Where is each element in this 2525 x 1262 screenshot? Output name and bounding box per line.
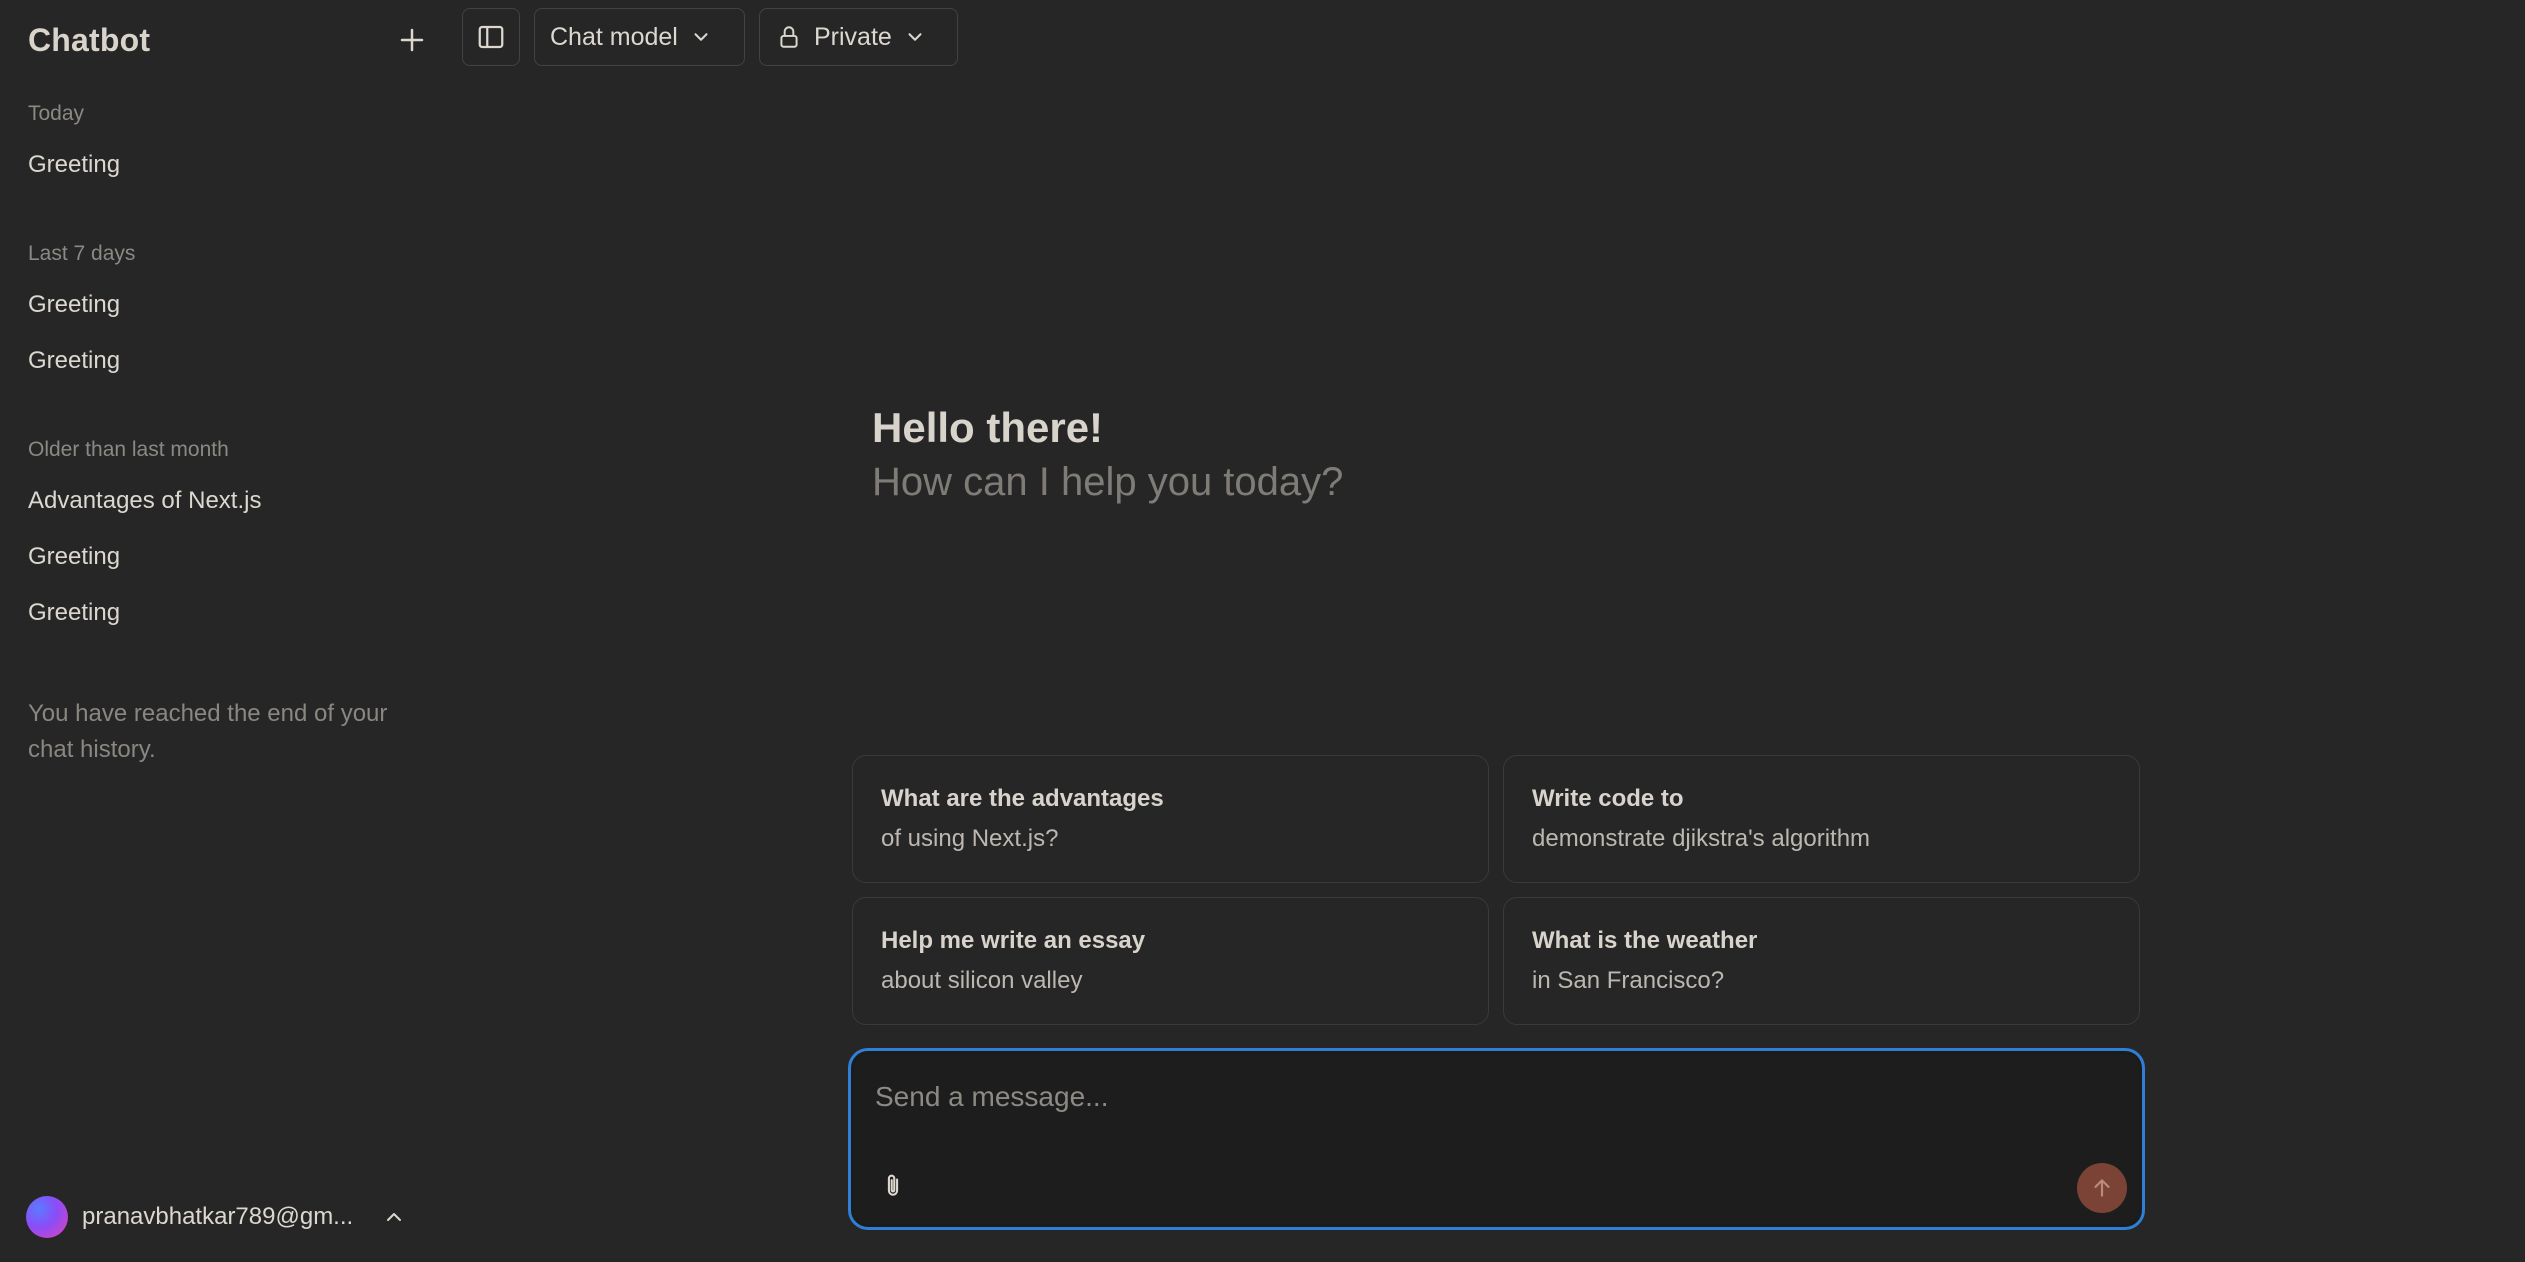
- chevron-down-icon: [908, 33, 922, 41]
- chevron-down-icon: [694, 33, 708, 41]
- suggestion-detail: demonstrate djikstra's algorithm: [1532, 825, 1871, 852]
- chevron-up-icon: [382, 1205, 406, 1229]
- paperclip-icon: [887, 1174, 899, 1196]
- visibility-selector-label: Private: [814, 22, 892, 51]
- model-selector[interactable]: Chat model: [534, 8, 745, 66]
- end-of-history-note: You have reached the end of your chat hi…: [28, 700, 388, 763]
- suggestion-title: Help me write an essay: [881, 927, 1146, 954]
- avatar: [26, 1196, 68, 1238]
- send-button[interactable]: [2077, 1163, 2127, 1213]
- sidebar-toggle-button[interactable]: [462, 8, 520, 66]
- greeting-title: Hello there!: [872, 404, 1104, 451]
- sidebar-toggle-icon: [478, 25, 504, 49]
- message-composer: [848, 1048, 2145, 1230]
- section-label-older: Older than last month: [28, 438, 229, 461]
- history-item[interactable]: Greeting: [28, 339, 408, 383]
- message-input[interactable]: [873, 1073, 2073, 1121]
- lock-icon: [780, 26, 798, 48]
- history-item[interactable]: Greeting: [28, 143, 408, 187]
- suggestion-title: Write code to: [1532, 785, 1684, 812]
- arrow-up-icon: [2094, 1179, 2110, 1197]
- history-item[interactable]: Greeting: [28, 591, 408, 635]
- suggestion-card[interactable]: What is the weather in San Francisco?: [1503, 897, 2140, 1025]
- suggestion-title: What is the weather: [1532, 927, 1758, 954]
- user-email: pranavbhatkar789@gm...: [82, 1203, 354, 1230]
- user-menu-button[interactable]: pranavbhatkar789@gm...: [26, 1192, 426, 1242]
- visibility-selector[interactable]: Private: [759, 8, 958, 66]
- attach-button[interactable]: [871, 1164, 915, 1208]
- suggestion-card[interactable]: Write code to demonstrate djikstra's alg…: [1503, 755, 2140, 883]
- history-item[interactable]: Advantages of Next.js: [28, 479, 408, 523]
- suggestion-detail: of using Next.js?: [881, 825, 1059, 852]
- new-chat-button[interactable]: [386, 14, 438, 66]
- suggestion-card[interactable]: Help me write an essay about silicon val…: [852, 897, 1489, 1025]
- app-title[interactable]: Chatbot: [28, 22, 150, 59]
- history-item[interactable]: Greeting: [28, 535, 408, 579]
- section-label-today: Today: [28, 102, 85, 125]
- section-label-last-7-days: Last 7 days: [28, 242, 136, 265]
- suggestion-detail: in San Francisco?: [1532, 967, 1725, 994]
- model-selector-label: Chat model: [550, 22, 678, 51]
- suggestion-detail: about silicon valley: [881, 967, 1083, 994]
- suggestion-card[interactable]: What are the advantages of using Next.js…: [852, 755, 1489, 883]
- plus-icon: [400, 28, 424, 52]
- greeting-subtitle: How can I help you today?: [872, 460, 1344, 504]
- sidebar: Chatbot Today Greeting Last 7 days Greet…: [0, 0, 440, 1262]
- sidebar-header: Chatbot: [28, 14, 428, 66]
- suggestion-title: What are the advantages: [881, 785, 1164, 812]
- history-item[interactable]: Greeting: [28, 283, 408, 327]
